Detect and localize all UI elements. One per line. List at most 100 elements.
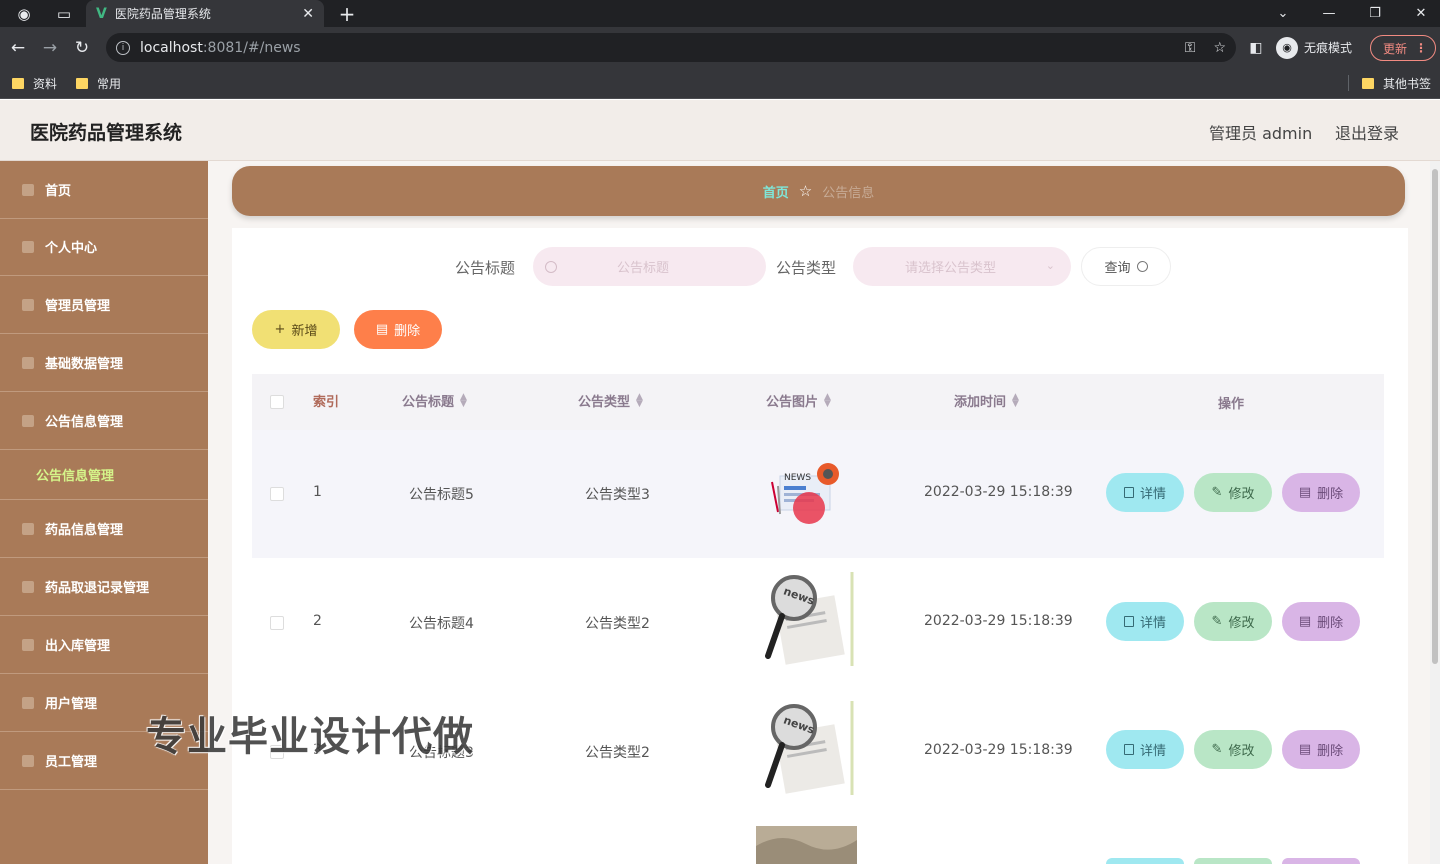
sort-icon[interactable]: ▲ ▼ [824,392,831,408]
sort-icon[interactable]: ▲ ▼ [636,392,643,408]
notice-image[interactable]: news [758,568,858,668]
svg-text:NEWS: NEWS [784,473,811,483]
detail-button[interactable]: 详情 [1106,473,1184,512]
breadcrumb-home[interactable]: 首页 [763,182,789,201]
sidebar-item-label: 员工管理 [45,755,98,770]
logout-link[interactable]: 退出登录 [1335,120,1399,144]
bookmark-star-icon[interactable]: ☆ [1213,40,1226,56]
search-icon [545,260,557,273]
forward-icon[interactable]: → [34,27,66,68]
edit-button[interactable]: ✎ 修改 [1194,730,1272,769]
edit-label: 修改 [1228,487,1255,502]
add-label: 新增 [291,324,318,339]
title-search-label: 公告标题 [455,259,516,277]
sidebar-item-label: 首页 [45,184,72,199]
row-checkbox[interactable] [270,616,284,630]
sort-icon[interactable]: ▲ ▼ [1012,392,1019,408]
window-close-icon[interactable]: ✕ [1398,0,1440,27]
browser-tab-active[interactable]: V 医院药品管理系统 ✕ [86,0,324,27]
delete-button[interactable]: ▤ 删除 [1282,602,1360,641]
restore-icon[interactable]: ❐ [1352,0,1398,27]
page-scrollbar[interactable] [1430,161,1440,864]
col-actions-label: 操作 [1218,397,1245,412]
incognito-indicator[interactable]: ◉ 无痕模式 [1276,34,1352,61]
sidebar-item-notices[interactable]: 公告信息管理 [0,392,208,450]
document-icon [1123,744,1134,755]
row-type: 公告类型3 [585,487,650,503]
site-info-icon[interactable]: i [116,40,130,55]
query-label: 查询 [1104,261,1131,276]
delete-button[interactable]: ▤ 删除 [1282,473,1360,512]
detail-label: 详情 [1139,487,1166,502]
edit-button[interactable]: ✎ 修改 [1194,473,1272,512]
edit-button[interactable] [1194,858,1272,864]
type-select[interactable]: 请选择公告类型 ⌄ [853,247,1071,286]
sidebar-item-label: 药品信息管理 [45,523,124,538]
detail-button[interactable]: 详情 [1106,602,1184,641]
row-time: 2022-03-29 15:18:39 [924,742,1073,758]
new-tab-icon[interactable]: + [334,0,360,27]
browser-menu-icon[interactable]: ◉ [10,0,38,27]
back-icon[interactable]: ← [2,27,34,68]
query-button[interactable]: 查询 [1081,247,1171,286]
edit-label: 修改 [1228,616,1255,631]
delete-label: 删除 [1317,487,1344,502]
sidebar-item-drug-records[interactable]: 药品取退记录管理 [0,558,208,616]
url-bar[interactable]: i localhost:8081/#/news ⚿ ☆ [106,33,1236,62]
bookmark-folder-1[interactable]: 资料 [12,68,57,98]
sidebar-item-label: 用户管理 [45,697,98,712]
tab-list-chevron-icon[interactable]: ⌄ [1260,0,1306,27]
tab-search-icon[interactable]: ▭ [50,0,78,27]
search-icon [1136,261,1148,272]
sidebar-subitem-notices[interactable]: 公告信息管理 [0,450,208,500]
edit-button[interactable]: ✎ 修改 [1194,602,1272,641]
other-bookmarks-label: 其他书签 [1383,76,1432,91]
col-title[interactable]: 公告标题 ▲ ▼ [402,391,467,410]
minimize-icon[interactable]: — [1306,0,1352,27]
home-icon [22,183,34,196]
bookmark-separator [1348,75,1349,91]
row-title: 公告标题4 [409,616,474,632]
sidebar-item-profile[interactable]: 个人中心 [0,218,208,276]
folder-icon [76,77,88,89]
sidebar-item-drugs[interactable]: 药品信息管理 [0,500,208,558]
notice-icon [22,414,34,427]
scrollbar-thumb[interactable] [1432,169,1438,664]
add-button[interactable]: + 新增 [252,310,340,349]
sidebar-item-stock[interactable]: 出入库管理 [0,616,208,674]
row-type: 公告类型2 [585,616,650,632]
notice-image[interactable]: news [758,697,858,797]
sort-icon[interactable]: ▲ ▼ [460,392,467,408]
sidebar-item-label: 管理员管理 [45,299,111,314]
sidebar-item-label: 基础数据管理 [45,357,124,372]
col-time-label: 添加时间 [954,395,1007,410]
delete-button[interactable]: ▤ 删除 [1282,730,1360,769]
tab-close-icon[interactable]: ✕ [302,6,314,22]
bookmark-folder-2[interactable]: 常用 [76,68,121,98]
delete-button[interactable] [1282,858,1360,864]
reload-icon[interactable]: ↻ [66,27,98,68]
sidebar-item-home[interactable]: 首页 [0,161,208,219]
detail-button[interactable] [1106,858,1184,864]
title-search-input[interactable]: 公告标题 [533,247,766,286]
row-checkbox[interactable] [270,487,284,501]
sidebar-item-basic-data[interactable]: 基础数据管理 [0,334,208,392]
select-all-checkbox[interactable] [270,395,284,409]
other-bookmarks[interactable]: 其他书签 [1362,68,1431,98]
trash-icon: ▤ [1298,614,1312,629]
col-image[interactable]: 公告图片 ▲ ▼ [766,391,831,410]
col-type[interactable]: 公告类型 ▲ ▼ [578,391,643,410]
key-icon[interactable]: ⚿ [1185,40,1196,56]
side-panel-icon[interactable]: ◧ [1240,27,1272,68]
col-image-label: 公告图片 [766,395,819,410]
batch-delete-button[interactable]: ▤ 删除 [354,310,442,349]
col-time[interactable]: 添加时间 ▲ ▼ [954,391,1019,410]
breadcrumb-current: 公告信息 [822,185,875,201]
record-icon [22,580,34,593]
notice-image[interactable] [756,826,857,864]
detail-button[interactable]: 详情 [1106,730,1184,769]
update-button[interactable]: 更新 ⋮ [1370,35,1436,61]
row-index: 2 [313,613,322,629]
col-actions: 操作 [1218,393,1244,412]
sidebar-item-admins[interactable]: 管理员管理 [0,276,208,334]
